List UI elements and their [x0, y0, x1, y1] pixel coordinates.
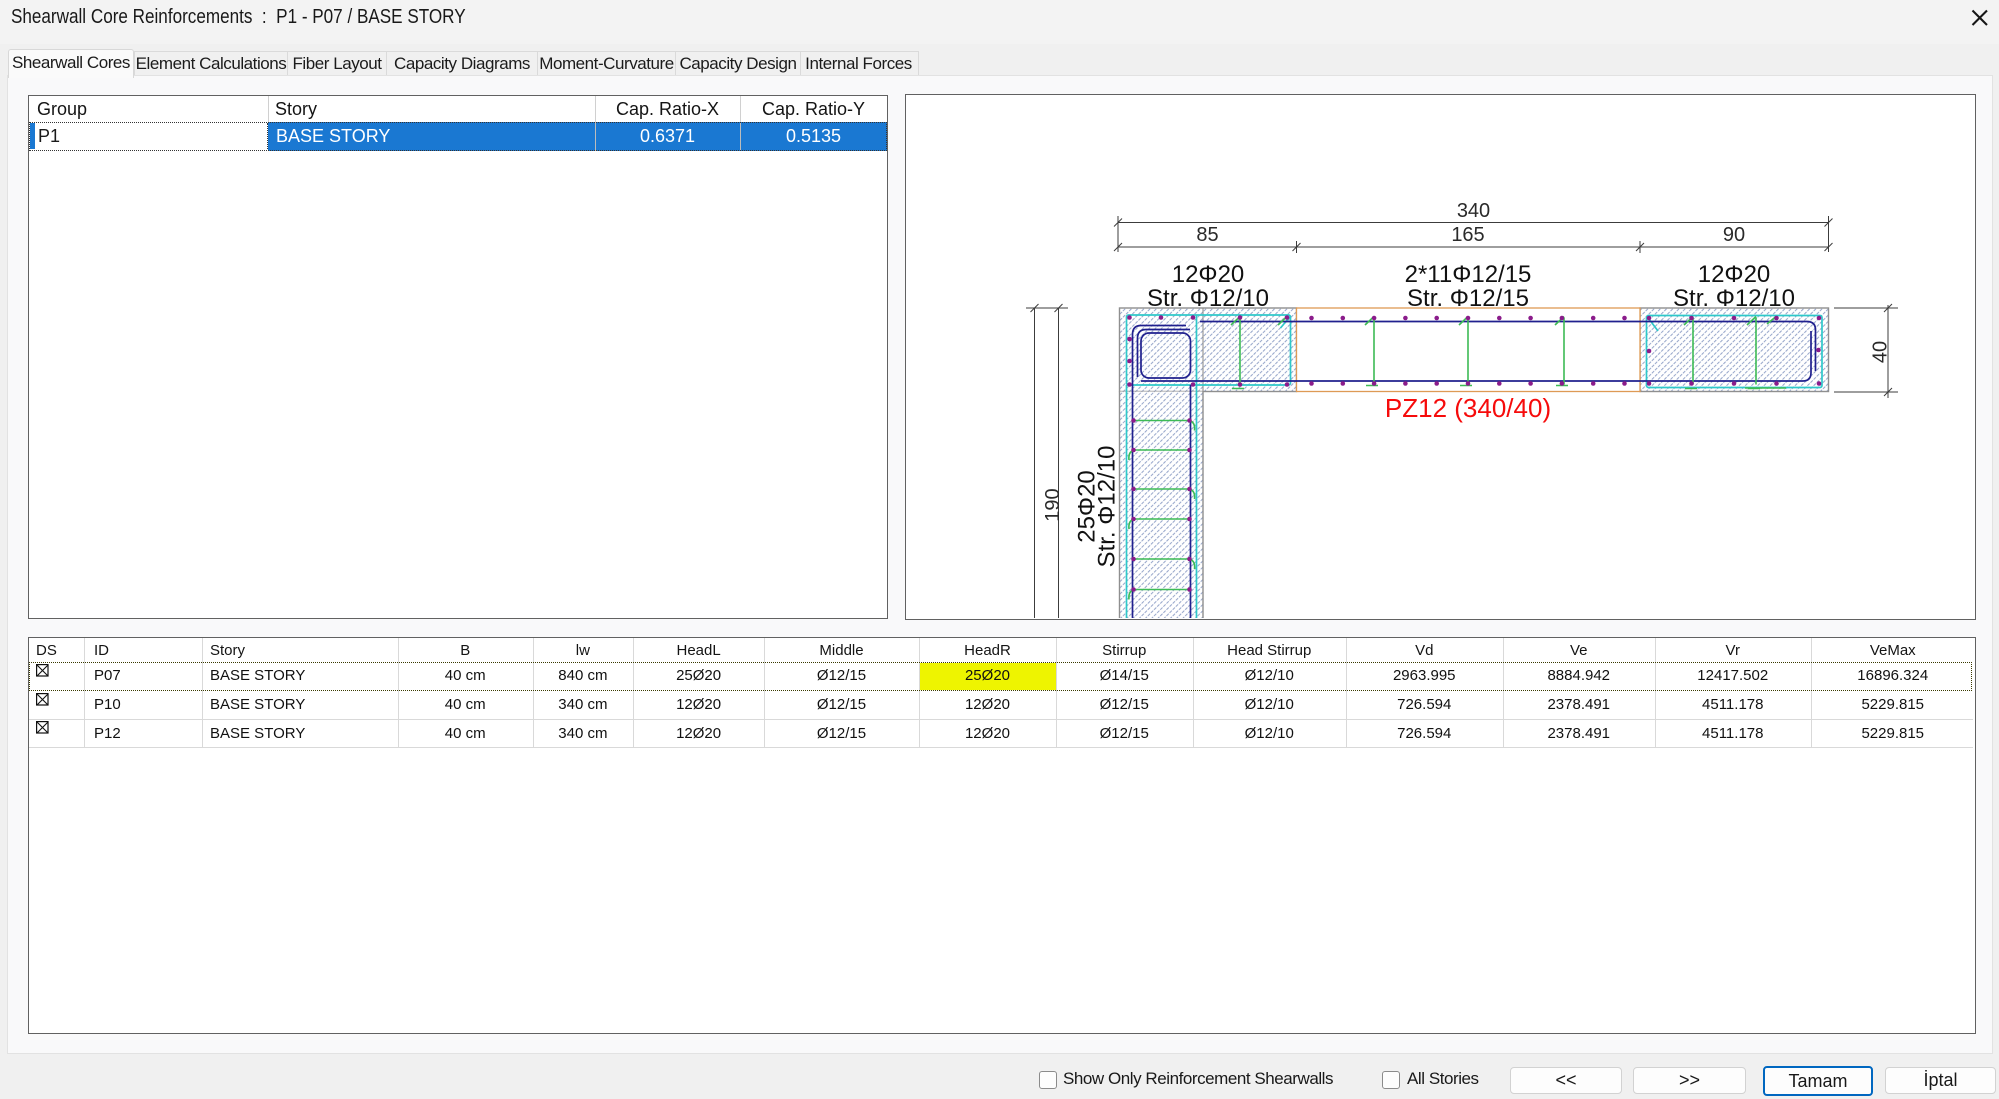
svg-text:Str. Φ12/15: Str. Φ12/15 — [1407, 285, 1529, 312]
svg-text:12Φ20: 12Φ20 — [1172, 261, 1245, 288]
svg-text:Str. Φ12/10: Str. Φ12/10 — [1094, 446, 1121, 568]
svg-text:Str. Φ12/10: Str. Φ12/10 — [1147, 285, 1269, 312]
svg-text:190: 190 — [1042, 488, 1064, 521]
svg-text:Str. Φ12/10: Str. Φ12/10 — [1673, 285, 1795, 312]
svg-text:12Φ20: 12Φ20 — [1698, 261, 1771, 288]
svg-text:PZ12 (340/40): PZ12 (340/40) — [1385, 393, 1551, 423]
svg-text:90: 90 — [1723, 224, 1745, 246]
svg-text:2*11Φ12/15: 2*11Φ12/15 — [1405, 261, 1532, 288]
svg-text:40: 40 — [1870, 341, 1892, 363]
svg-text:340: 340 — [1457, 200, 1490, 222]
svg-text:85: 85 — [1196, 224, 1218, 246]
svg-text:165: 165 — [1451, 224, 1484, 246]
